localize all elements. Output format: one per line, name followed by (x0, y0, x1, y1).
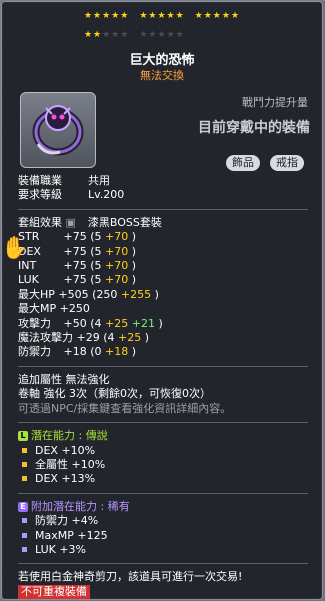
bullet-icon (22, 476, 27, 482)
bullet-icon (22, 532, 27, 538)
stat-breakdown-base: (4 (103, 331, 115, 345)
stat-bonus-value: +70 (105, 230, 129, 244)
stat-breakdown-base: (5 (90, 259, 102, 273)
job-value: 共用 (88, 174, 110, 187)
item-name: 巨大的恐怖 (129, 53, 195, 68)
stat-name: 魔法攻擊力 (18, 331, 73, 345)
additional-line: MaxMP +125 (35, 528, 108, 542)
stat-breakdown-close: ) (131, 345, 137, 359)
stat-scroll-value: +21 (131, 316, 155, 330)
enhance-line-2: 卷軸 強化 3次（剩餘0次，可恢復0次） (18, 387, 211, 401)
bullet-icon (22, 546, 27, 552)
stat-breakdown-close: ) (154, 287, 159, 301)
stat-breakdown-close: ) (131, 273, 137, 287)
ghost-cursor-icon: ✋ (1, 236, 29, 261)
stat-base-value: +29 (76, 331, 100, 345)
category-tag-accessory: 飾品 (226, 155, 260, 171)
enhance-line-1: 追加屬性 無法強化 (18, 372, 110, 386)
stat-bonus-value: +25 (118, 331, 142, 345)
additional-line: LUK +3% (35, 542, 87, 556)
stat-breakdown-close: ) (131, 244, 137, 258)
unique-equip-warning: 不可重複裝備 (18, 584, 90, 600)
stat-name: 最大MP (18, 302, 57, 316)
stat-base-value: +75 (63, 273, 87, 287)
stat-breakdown-close: ) (144, 331, 150, 345)
potential-header: 潛在能力 : 傳說 (31, 429, 108, 443)
stat-base-value: +75 (63, 244, 87, 258)
dark-ring-icon (32, 105, 84, 156)
stat-row: 攻擊力 +50 (4 +25 +21 ) (18, 317, 313, 331)
stat-base-value: +18 (63, 345, 87, 359)
legendary-badge-icon: L (18, 431, 28, 442)
item-details: 裝備職業 共用 要求等級 Lv.200 套組效果 ▣ 漆黑BOSS套裝 STR +75… (18, 174, 313, 600)
divider (18, 208, 308, 210)
stat-name: LUK (18, 273, 39, 287)
stat-row: 魔法攻擊力 +29 (4 +25 ) (18, 331, 313, 345)
level-value: Lv.200 (88, 188, 125, 202)
star-force-row-2: ★★★★★★★★★★★★★★★ (83, 30, 185, 40)
potential-line: DEX +13% (35, 472, 96, 486)
currently-equipped-label: 目前穿戴中的裝備 (198, 120, 310, 136)
stat-row: LUK +75 (5 +70 ) (18, 273, 313, 287)
job-label: 裝備職業 (18, 174, 62, 187)
epic-badge-icon: E (18, 501, 28, 512)
stat-list: STR +75 (5 +70 ) DEX +75 (5 +70 ) INT +75 … (18, 230, 313, 360)
divider (18, 563, 308, 565)
divider (18, 422, 308, 424)
stat-bonus-value: +25 (105, 316, 129, 330)
stat-row: INT +75 (5 +70 ) (18, 259, 313, 273)
additional-line: 防禦力 +4% (35, 514, 99, 528)
stat-base-value: +50 (63, 316, 87, 330)
additional-potential-header: 附加潛在能力 : 稀有 (31, 499, 130, 513)
stat-row: 防禦力 +18 (0 +18 ) (18, 345, 313, 359)
divider (18, 365, 308, 367)
stat-breakdown-base: (5 (90, 230, 102, 244)
stat-bonus-value: +70 (105, 273, 129, 287)
stat-name: 防禦力 (18, 345, 51, 359)
stat-breakdown-base: (4 (90, 316, 102, 330)
bullet-icon (22, 461, 27, 467)
stat-base-value: +75 (63, 230, 87, 244)
divider (18, 492, 308, 494)
stat-breakdown-close: ) (131, 259, 137, 273)
star-force-row-1: ★★★★★ ★★★★★ ★★★★★ (83, 11, 241, 21)
set-label: 套組效果 (18, 215, 62, 229)
scissor-note: 若使用白金神奇剪刀，該道具可進行一次交易! (18, 570, 243, 584)
stat-name: INT (18, 259, 37, 273)
stat-row: STR +75 (5 +70 ) (18, 230, 313, 244)
stat-base-value: +250 (59, 302, 90, 316)
stat-breakdown-base: (0 (90, 345, 102, 359)
stat-breakdown-base: (5 (90, 244, 102, 258)
stat-bonus-value: +18 (105, 345, 129, 359)
bullet-icon (22, 518, 27, 524)
item-icon-frame (20, 92, 96, 168)
set-value: 漆黑BOSS套裝 (87, 215, 162, 229)
stat-base-value: +505 (58, 287, 89, 301)
stat-bonus-value: +70 (105, 259, 129, 273)
level-label: 要求等級 (18, 188, 62, 202)
potential-line: DEX +10% (35, 443, 96, 457)
set-info-icon[interactable]: ▣ (66, 216, 76, 229)
bullet-icon (22, 447, 27, 453)
stat-breakdown-close: ) (158, 316, 163, 330)
stat-breakdown-close: ) (131, 230, 137, 244)
trade-status: 無法交換 (140, 69, 184, 82)
stat-bonus-value: +70 (105, 244, 129, 258)
stat-row: DEX +75 (5 +70 ) (18, 245, 313, 259)
item-tooltip: ★★★★★★★★★★★★★★★ ★★★★★★★★★★★★★★★ 巨大的恐怖 無法… (1, 1, 323, 600)
potential-line: 全屬性 +10% (35, 457, 106, 471)
stat-breakdown-base: (5 (90, 273, 102, 287)
category-tag-ring: 戒指 (270, 155, 304, 171)
stat-breakdown-base: (250 (92, 287, 118, 301)
power-increase-label: 戰鬥力提升量 (242, 96, 308, 109)
stat-bonus-value: +255 (120, 287, 152, 301)
stat-row: 最大MP +250 (18, 302, 313, 316)
enhance-line-3: 可透過NPC/採集鍵查看強化資訊詳細內容。 (18, 401, 232, 415)
stat-name: 最大HP (18, 287, 55, 301)
stat-name: 攻擊力 (18, 316, 51, 330)
stat-row: 最大HP +505 (250 +255 ) (18, 288, 313, 302)
stat-base-value: +75 (63, 259, 87, 273)
